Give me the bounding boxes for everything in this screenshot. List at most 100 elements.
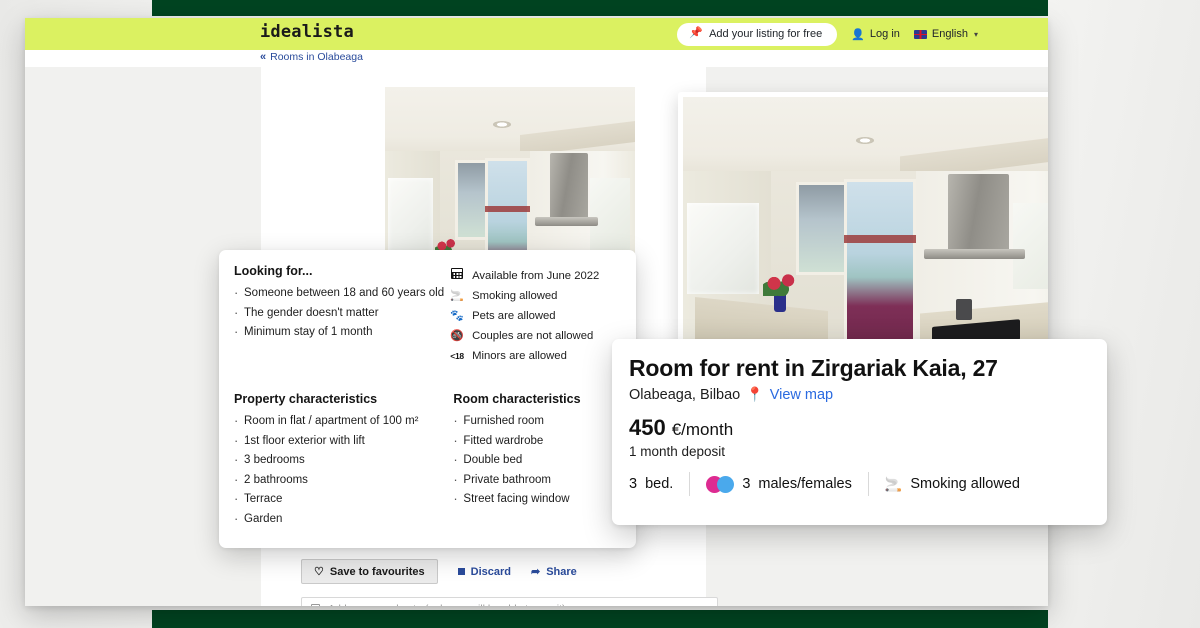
smoking-icon: 🚬	[450, 290, 464, 302]
list-item: The gender doesn't matter	[234, 303, 450, 324]
location-row: Olabeaga, Bilbao 📍 View map	[629, 386, 1089, 403]
personal-note-field[interactable]: Add a personal note (only you will be ab…	[301, 597, 718, 606]
occupants-fact: 3 males/females	[706, 475, 852, 493]
header-actions: 📌 Add your listing for free 👤 Log in Eng…	[677, 22, 1030, 46]
list-item: Street facing window	[453, 489, 618, 510]
paw-icon: 🐾	[450, 310, 464, 322]
add-listing-button[interactable]: 📌 Add your listing for free	[677, 22, 838, 46]
list-item: Fitted wardrobe	[453, 431, 618, 452]
save-label: Save to favourites	[329, 565, 425, 578]
list-item: 1st floor exterior with lift	[234, 431, 453, 452]
idealista-logo[interactable]: idealista	[260, 22, 354, 42]
list-item: <18 Minors are allowed	[450, 346, 618, 366]
property-characteristics-list: Room in flat / apartment of 100 m² 1st f…	[234, 411, 453, 530]
occupants-count: 3	[742, 476, 751, 492]
smoking-icon: 🚬	[884, 475, 903, 492]
looking-for-title: Looking for...	[234, 264, 313, 278]
minors-icon: <18	[450, 351, 464, 361]
list-item: Private bathroom	[453, 470, 618, 491]
list-item: 🚳 Couples are not allowed	[450, 326, 618, 346]
list-item: Furnished room	[453, 411, 618, 432]
breadcrumb-bar: « Rooms in Olabeaga	[25, 50, 1048, 67]
heart-icon: ♡	[314, 566, 324, 578]
pin-icon: 📌	[689, 27, 704, 39]
share-icon: ➦	[531, 566, 541, 578]
list-item: 🚬 Smoking allowed	[450, 286, 618, 306]
listing-photo-main[interactable]	[678, 92, 1048, 368]
login-label: Log in	[869, 28, 900, 40]
language-label: English	[931, 28, 968, 40]
login-button[interactable]: 👤 Log in	[851, 28, 900, 41]
backdrop-band-bottom	[152, 610, 1048, 628]
room-characteristics-title: Room characteristics	[453, 392, 581, 406]
price-row: 450 €/month	[629, 415, 1089, 441]
amenities-section: Available from June 2022 🚬 Smoking allow…	[450, 264, 618, 366]
breadcrumb-label: Rooms in Olabeaga	[270, 51, 363, 63]
save-to-favourites-button[interactable]: ♡ Save to favourites	[301, 559, 438, 584]
page-title: Room for rent in Zirgariak Kaia, 27	[629, 355, 998, 381]
details-top-columns: Looking for... Someone between 18 and 60…	[234, 264, 618, 366]
view-map-link[interactable]: View map	[770, 387, 833, 403]
list-item: 2 bathrooms	[234, 470, 453, 491]
share-label: Share	[546, 565, 577, 578]
note-icon	[311, 603, 320, 606]
list-item: 3 bedrooms	[234, 450, 453, 471]
location-label: Olabeaga, Bilbao	[629, 386, 741, 403]
amenity-label: Minors are allowed	[472, 350, 567, 362]
listing-action-row: ♡ Save to favourites Discard ➦ Share	[301, 559, 577, 584]
map-pin-icon: 📍	[746, 386, 764, 402]
couples-not-allowed-icon: 🚳	[450, 330, 464, 342]
note-placeholder: Add a personal note (only you will be ab…	[328, 603, 566, 606]
list-item: Garden	[234, 509, 453, 530]
uk-flag-icon	[913, 29, 927, 39]
discard-button[interactable]: Discard	[457, 565, 511, 578]
language-selector[interactable]: English ▾	[913, 28, 978, 40]
listing-facts-row: 3 bed. 3 males/females 🚬 Smoking allowed	[629, 472, 1089, 496]
backdrop-band-top	[152, 0, 1048, 16]
discard-label: Discard	[470, 565, 511, 578]
list-item: 🐾 Pets are allowed	[450, 306, 618, 326]
list-item: Available from June 2022	[450, 266, 618, 286]
smoking-label: Smoking allowed	[910, 476, 1020, 492]
smoking-fact: 🚬 Smoking allowed	[885, 476, 1020, 493]
amenity-label: Pets are allowed	[472, 310, 556, 322]
deposit-label: 1 month deposit	[629, 444, 726, 459]
looking-for-list: Someone between 18 and 60 years old The …	[234, 283, 450, 343]
share-button[interactable]: ➦ Share	[531, 565, 577, 579]
beds-fact: 3 bed.	[629, 476, 673, 492]
property-characteristics-section: Property characteristics Room in flat / …	[234, 392, 453, 529]
room-details-card: Looking for... Someone between 18 and 60…	[219, 250, 636, 548]
occupants-label: males/females	[758, 476, 852, 492]
list-item: Terrace	[234, 489, 453, 510]
add-listing-label: Add your listing for free	[709, 27, 823, 40]
room-characteristics-list: Furnished room Fitted wardrobe Double be…	[453, 411, 618, 510]
listing-summary-card: Room for rent in Zirgariak Kaia, 27 Olab…	[612, 339, 1107, 525]
chevron-down-icon: ▾	[973, 29, 978, 39]
discard-icon	[457, 568, 465, 575]
amenities-list: Available from June 2022 🚬 Smoking allow…	[450, 266, 618, 366]
user-icon: 👤	[851, 28, 865, 41]
gender-dots-icon	[706, 475, 735, 493]
room-characteristics-section: Room characteristics Furnished room Fitt…	[453, 392, 618, 529]
price-value: 450	[629, 415, 666, 440]
beds-label: bed.	[645, 476, 674, 492]
price-unit: €/month	[671, 420, 734, 439]
room-photo-scene-large	[683, 97, 1048, 363]
list-item: Double bed	[453, 450, 618, 471]
double-chevron-left-icon: «	[260, 51, 266, 63]
list-item: Minimum stay of 1 month	[234, 322, 450, 343]
characteristics-columns: Property characteristics Room in flat / …	[234, 392, 618, 529]
divider	[867, 472, 869, 496]
amenity-label: Smoking allowed	[472, 290, 558, 302]
amenity-label: Available from June 2022	[472, 270, 600, 282]
property-characteristics-title: Property characteristics	[234, 392, 378, 406]
list-item: Room in flat / apartment of 100 m²	[234, 411, 453, 432]
breadcrumb[interactable]: « Rooms in Olabeaga	[260, 51, 363, 63]
list-item: Someone between 18 and 60 years old	[234, 283, 450, 304]
calendar-icon	[450, 266, 464, 286]
divider	[689, 472, 691, 496]
site-header: idealista 📌 Add your listing for free 👤 …	[25, 18, 1048, 50]
amenity-label: Couples are not allowed	[472, 330, 594, 342]
looking-for-section: Looking for... Someone between 18 and 60…	[234, 264, 450, 366]
beds-count: 3	[629, 476, 638, 492]
